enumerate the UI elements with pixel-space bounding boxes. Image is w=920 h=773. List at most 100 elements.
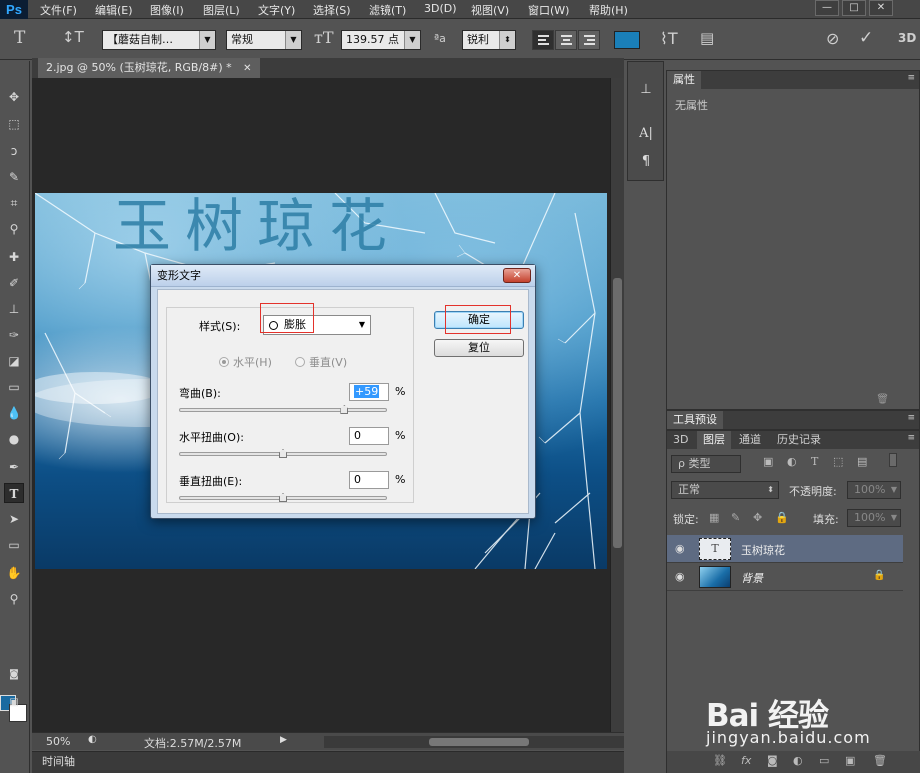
gradient-tool-icon[interactable]: ▭ [4, 377, 24, 397]
vertical-scroll-thumb[interactable] [613, 278, 622, 548]
vertical-scrollbar[interactable] [610, 78, 624, 732]
3d-button[interactable]: 3D [898, 31, 916, 45]
eyedropper-tool-icon[interactable]: ⚲ [4, 219, 24, 239]
h-distort-slider-thumb[interactable] [279, 449, 287, 458]
type-tool-icon[interactable]: T [4, 483, 24, 503]
quick-mask-icon[interactable]: ◙ [4, 665, 24, 685]
menu-layer[interactable]: 图层(L) [203, 2, 240, 18]
layer-name[interactable]: 玉树琼花 [741, 542, 785, 558]
filter-pixel-icon[interactable]: ▣ [763, 455, 773, 468]
quick-select-tool-icon[interactable]: ✎ [4, 167, 24, 187]
horizontal-scroll-thumb[interactable] [429, 738, 529, 746]
menu-help[interactable]: 帮助(H) [589, 2, 628, 18]
eye-icon[interactable]: ◉ [675, 542, 685, 555]
horizontal-scrollbar[interactable] [324, 736, 624, 748]
tab-properties[interactable]: 属性 [667, 71, 701, 89]
tab-3d[interactable]: 3D [667, 431, 694, 449]
maximize-button[interactable]: □ [842, 0, 866, 16]
add-mask-icon[interactable]: ◙ [767, 754, 778, 767]
move-tool-icon[interactable]: ✥ [4, 87, 24, 107]
blur-tool-icon[interactable]: 💧 [4, 403, 24, 423]
clone-stamp-tool-icon[interactable]: ⊥ [4, 299, 24, 319]
panel-menu-icon[interactable]: ≡ [907, 433, 915, 443]
anti-alias-select[interactable]: 锐利 ⬍ [462, 30, 516, 50]
character-panel-icon[interactable]: ▤ [700, 29, 714, 47]
warp-text-icon[interactable]: ⌇T [660, 29, 678, 48]
layer-filter-select[interactable]: ρ 类型 [671, 455, 741, 473]
character-panel-icon[interactable]: A| [636, 126, 656, 141]
link-layers-icon[interactable]: ⛓ [713, 754, 727, 767]
layer-row-background[interactable]: ◉ 背景 🔒 [667, 563, 903, 591]
layer-row-text[interactable]: ◉ T 玉树琼花 [667, 535, 903, 563]
bend-slider-thumb[interactable] [340, 405, 349, 414]
adjustment-layer-icon[interactable]: ◐ [793, 754, 803, 767]
menu-edit[interactable]: 编辑(E) [95, 2, 133, 18]
align-right-button[interactable] [578, 30, 600, 50]
screen-mode-icon[interactable]: ▣ [4, 693, 24, 713]
trash-icon[interactable]: 🗑 [876, 394, 889, 405]
layer-name[interactable]: 背景 [741, 570, 763, 586]
timeline-panel[interactable]: 时间轴 [32, 751, 624, 773]
eraser-tool-icon[interactable]: ◪ [4, 351, 24, 371]
marquee-tool-icon[interactable]: ⬚ [4, 114, 24, 134]
cancel-icon[interactable]: ⊘ [826, 29, 839, 48]
align-left-button[interactable] [532, 30, 554, 50]
panel-menu-icon[interactable]: ≡ [907, 413, 915, 423]
menu-image[interactable]: 图像(I) [150, 2, 184, 18]
lock-all-icon[interactable]: 🔒 [775, 511, 789, 524]
v-distort-slider-thumb[interactable] [279, 493, 287, 502]
warped-text-layer[interactable]: 玉树琼花 [113, 193, 401, 263]
pen-tool-icon[interactable]: ✒ [4, 457, 24, 477]
status-info-icon[interactable]: ◐ [88, 734, 97, 745]
healing-brush-tool-icon[interactable]: ✚ [4, 247, 24, 267]
hand-tool-icon[interactable]: ✋ [4, 563, 24, 583]
delete-layer-icon[interactable]: 🗑 [873, 754, 887, 767]
h-distort-input[interactable]: 0 [349, 427, 389, 445]
font-size-select[interactable]: 139.57 点 ▼ [341, 30, 421, 50]
tab-channels[interactable]: 通道 [733, 431, 767, 449]
menu-select[interactable]: 选择(S) [313, 2, 351, 18]
fill-input[interactable]: 100% ▼ [847, 509, 901, 527]
filter-type-icon[interactable]: T [811, 455, 818, 468]
vertical-label[interactable]: 垂直(V) [309, 354, 347, 370]
blend-mode-select[interactable]: 正常 ⬍ [671, 481, 779, 499]
crop-tool-icon[interactable]: ⌗ [4, 193, 24, 213]
lock-position-icon[interactable]: ✥ [753, 511, 762, 524]
brush-tool-icon[interactable]: ✐ [4, 273, 24, 293]
filter-adjustment-icon[interactable]: ◐ [787, 455, 797, 468]
menu-type[interactable]: 文字(Y) [258, 2, 295, 18]
menu-window[interactable]: 窗口(W) [528, 2, 569, 18]
tab-layers[interactable]: 图层 [697, 431, 731, 449]
dodge-tool-icon[interactable]: ● [4, 429, 24, 449]
new-layer-icon[interactable]: ▣ [845, 754, 855, 767]
type-tool-icon[interactable]: T [14, 28, 25, 48]
minimize-button[interactable]: — [815, 0, 839, 16]
lock-transparent-icon[interactable]: ▦ [709, 511, 719, 524]
reset-button[interactable]: 复位 [434, 339, 524, 357]
close-window-button[interactable]: ✕ [869, 0, 893, 16]
bend-input[interactable]: +59 [349, 383, 389, 401]
align-center-button[interactable] [555, 30, 577, 50]
lock-image-icon[interactable]: ✎ [731, 511, 740, 524]
path-select-tool-icon[interactable]: ➤ [4, 509, 24, 529]
status-menu-arrow-icon[interactable]: ▶ [280, 735, 287, 745]
new-group-icon[interactable]: ▭ [819, 754, 829, 767]
paragraph-panel-icon[interactable]: ¶ [636, 154, 656, 169]
document-tab[interactable]: 2.jpg @ 50% (玉树琼花, RGB/8#) * ✕ [38, 58, 260, 78]
horizontal-radio[interactable] [219, 357, 229, 367]
vertical-radio[interactable] [295, 357, 305, 367]
horizontal-label[interactable]: 水平(H) [233, 354, 272, 370]
eye-icon[interactable]: ◉ [675, 570, 685, 583]
opacity-input[interactable]: 100% ▼ [847, 481, 901, 499]
dialog-close-button[interactable]: ✕ [503, 268, 531, 283]
close-tab-icon[interactable]: ✕ [243, 63, 251, 74]
rectangle-tool-icon[interactable]: ▭ [4, 535, 24, 555]
bend-slider[interactable] [179, 408, 387, 412]
font-style-select[interactable]: 常规 ▼ [226, 30, 302, 50]
tab-tool-presets[interactable]: 工具预设 [667, 411, 723, 429]
commit-icon[interactable]: ✓ [859, 28, 873, 48]
v-distort-input[interactable]: 0 [349, 471, 389, 489]
filter-toggle[interactable] [889, 453, 897, 467]
text-color-swatch[interactable] [614, 31, 640, 49]
filter-smart-object-icon[interactable]: ▤ [857, 455, 867, 468]
